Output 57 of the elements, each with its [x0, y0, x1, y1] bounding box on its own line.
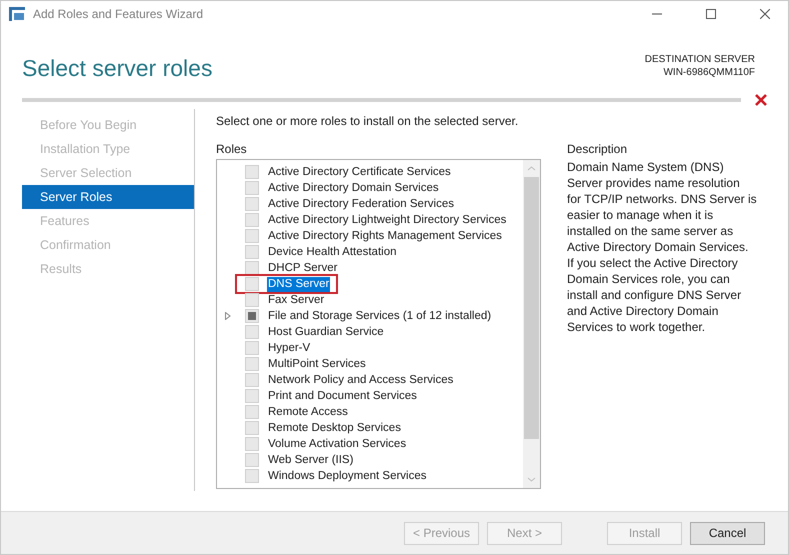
- close-icon: [760, 9, 770, 19]
- roles-heading: Roles: [216, 142, 248, 158]
- role-checkbox[interactable]: [245, 341, 259, 355]
- role-checkbox[interactable]: [245, 293, 259, 307]
- maximize-icon: [706, 9, 716, 19]
- role-checkbox[interactable]: [245, 245, 259, 259]
- destination-server: WIN-6986QMM110F: [663, 66, 755, 79]
- role-label[interactable]: DHCP Server: [267, 260, 338, 276]
- role-checkbox[interactable]: [245, 437, 259, 451]
- role-label[interactable]: Active Directory Certificate Services: [267, 164, 452, 180]
- instruction-text: Select one or more roles to install on the selected server.: [216, 114, 520, 130]
- role-checkbox[interactable]: [245, 309, 259, 323]
- error-icon: [755, 94, 767, 106]
- role-checkbox[interactable]: [245, 373, 259, 387]
- role-label[interactable]: Print and Document Services: [267, 388, 418, 404]
- role-checkbox[interactable]: [245, 181, 259, 195]
- role-label[interactable]: MultiPoint Services: [267, 356, 367, 372]
- scroll-thumb[interactable]: [524, 177, 539, 439]
- role-checkbox[interactable]: [245, 213, 259, 227]
- wizard-button[interactable]: Cancel: [690, 522, 765, 544]
- role-checkbox[interactable]: [245, 277, 259, 291]
- role-label[interactable]: Network Policy and Access Services: [267, 372, 454, 388]
- role-label[interactable]: Web Server (IIS): [267, 452, 354, 468]
- role-checkbox[interactable]: [245, 325, 259, 339]
- page-title: Select server roles: [22, 55, 212, 82]
- role-label[interactable]: Fax Server: [267, 292, 326, 308]
- role-checkbox[interactable]: [245, 229, 259, 243]
- role-checkbox[interactable]: [245, 165, 259, 179]
- role-checkbox[interactable]: [245, 357, 259, 371]
- role-label[interactable]: Hyper-V: [267, 340, 312, 356]
- scrollbar[interactable]: [523, 160, 540, 488]
- role-checkbox[interactable]: [245, 389, 259, 403]
- role-label[interactable]: DNS Server: [267, 276, 330, 292]
- role-checkbox[interactable]: [245, 453, 259, 467]
- step-item[interactable]: Server Roles: [22, 185, 194, 209]
- role-label[interactable]: Active Directory Rights Management Services: [267, 228, 503, 244]
- role-label[interactable]: Remote Desktop Services: [267, 420, 402, 436]
- window-title: Add Roles and Features Wizard: [33, 7, 204, 21]
- role-checkbox[interactable]: [245, 421, 259, 435]
- description-heading: Description: [567, 142, 628, 158]
- role-label[interactable]: Host Guardian Service: [267, 324, 385, 340]
- expand-icon[interactable]: [224, 312, 232, 320]
- role-label[interactable]: File and Storage Services (1 of 12 installed): [267, 308, 492, 324]
- role-label[interactable]: Active Directory Domain Services: [267, 180, 440, 196]
- role-label[interactable]: Active Directory Lightweight Directory Services: [267, 212, 508, 228]
- description-text: Domain Name System (DNS) Server provides name resolution for TCP/IP networks. DNS Server is easier to manage when it is installed on the same server as Active Directory Domain Services. If you select the Active Directory Domain Services role, you can install and configure DNS Server and Active Directory Domain Services to work together.: [567, 159, 757, 335]
- wizard-icon: [9, 7, 25, 21]
- role-checkbox[interactable]: [245, 469, 259, 483]
- role-label[interactable]: Remote Access: [267, 404, 349, 420]
- role-checkbox[interactable]: [245, 405, 259, 419]
- role-checkbox[interactable]: [245, 261, 259, 275]
- destination-label: DESTINATION SERVER: [644, 53, 755, 66]
- role-label[interactable]: Active Directory Federation Services: [267, 196, 455, 212]
- role-label[interactable]: Device Health Attestation: [267, 244, 398, 260]
- role-label[interactable]: Volume Activation Services: [267, 436, 408, 452]
- role-label[interactable]: Windows Deployment Services: [267, 468, 428, 484]
- role-checkbox[interactable]: [245, 197, 259, 211]
